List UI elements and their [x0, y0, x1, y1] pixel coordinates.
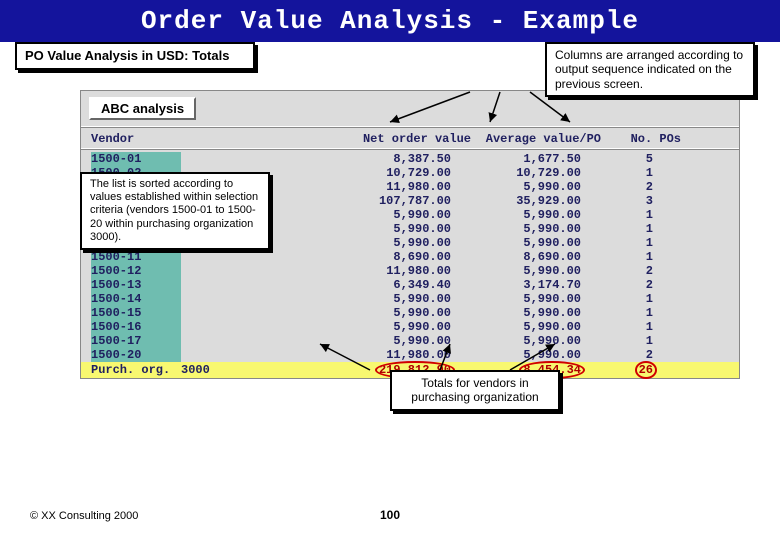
column-headers: Vendor Net order value Average value/PO … — [81, 128, 739, 148]
table-row: 1500-136,349.403,174.702 — [81, 278, 739, 292]
total-label: Purch. org. — [91, 363, 181, 377]
table-row: 1500-145,990.005,990.001 — [81, 292, 739, 306]
table-row: 1500-175,990.005,990.001 — [81, 334, 739, 348]
callout-report-title: PO Value Analysis in USD: Totals — [15, 42, 255, 70]
content-area: PO Value Analysis in USD: Totals Columns… — [0, 42, 780, 379]
header-count: No. POs — [611, 132, 681, 146]
abc-analysis-button[interactable]: ABC analysis — [89, 97, 196, 120]
callout-list: The list is sorted according to values e… — [80, 172, 270, 250]
total-count: 26 — [591, 363, 661, 377]
table-row: 1500-118,690.008,690.001 — [81, 250, 739, 264]
callout-totals: Totals for vendors in purchasing organiz… — [390, 370, 560, 411]
callout-columns: Columns are arranged according to output… — [545, 42, 755, 97]
header-vendor: Vendor — [91, 132, 341, 146]
header-net-order: Net order value — [341, 132, 471, 146]
table-row: 1500-018,387.501,677.505 — [81, 152, 739, 166]
footer-copyright: © XX Consulting 2000 — [30, 510, 138, 522]
table-row: 1500-1211,980.005,990.002 — [81, 264, 739, 278]
header-avg: Average value/PO — [471, 132, 611, 146]
table-row: 1500-2011,980.005,990.002 — [81, 348, 739, 362]
page-number: 100 — [380, 508, 400, 522]
table-row: 1500-165,990.005,990.001 — [81, 320, 739, 334]
table-row: 1500-155,990.005,990.001 — [81, 306, 739, 320]
total-code: 3000 — [181, 363, 241, 377]
slide-title: Order Value Analysis - Example — [0, 0, 780, 42]
